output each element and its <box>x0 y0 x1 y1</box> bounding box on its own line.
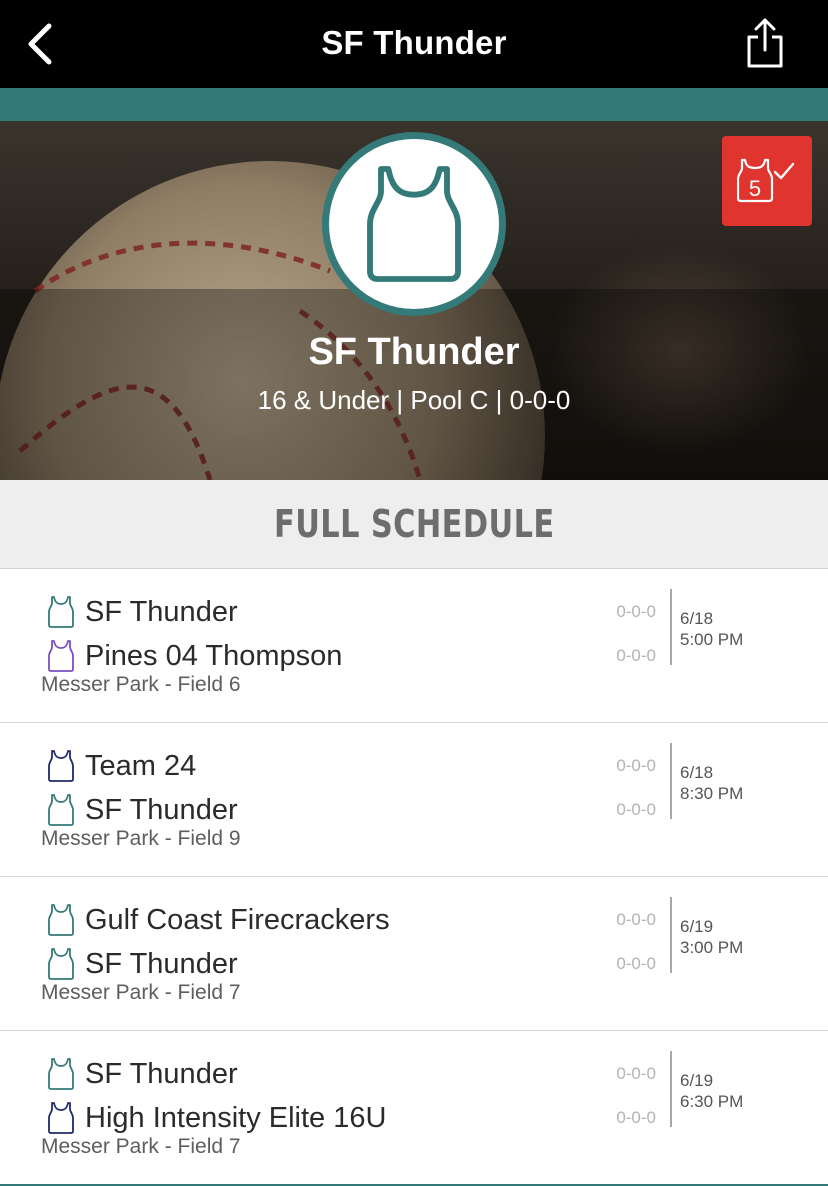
team2-jersey-icon <box>46 793 76 827</box>
schedule-heading-text: FULL SCHEDULE <box>273 502 555 546</box>
team2-name: Pines 04 Thompson <box>85 639 343 672</box>
checkin-badge-button[interactable]: 5 <box>722 136 812 226</box>
team1-name: SF Thunder <box>85 1057 238 1090</box>
game-time: 3:00 PM <box>680 938 744 957</box>
team2-score: 0-0-0 <box>616 954 656 973</box>
team2-jersey-icon <box>46 947 76 981</box>
team2-name: SF Thunder <box>85 947 238 980</box>
schedule-list: SF Thunder Pines 04 Thompson Messer Park… <box>0 569 828 1185</box>
team1-row: SF Thunder <box>46 1057 238 1091</box>
row-divider <box>670 589 672 665</box>
team2-jersey-icon <box>46 1101 76 1135</box>
accent-strip <box>0 88 828 121</box>
game-time: 5:00 PM <box>680 630 744 649</box>
game-row[interactable]: SF Thunder High Intensity Elite 16U Mess… <box>0 1031 828 1185</box>
team1-name: Gulf Coast Firecrackers <box>85 903 390 936</box>
team1-name: Team 24 <box>85 749 197 782</box>
team2-name: High Intensity Elite 16U <box>85 1101 387 1134</box>
team2-jersey-icon <box>46 639 76 673</box>
game-time: 6:30 PM <box>680 1092 744 1111</box>
game-date: 6/18 <box>680 763 714 782</box>
team2-name: SF Thunder <box>85 793 238 826</box>
game-location: Messer Park - Field 9 <box>41 827 241 850</box>
team1-score: 0-0-0 <box>616 756 656 775</box>
nav-title: SF Thunder <box>321 24 507 61</box>
team1-jersey-icon <box>46 595 76 629</box>
game-row[interactable]: SF Thunder Pines 04 Thompson Messer Park… <box>0 569 828 723</box>
team1-name: SF Thunder <box>85 595 238 628</box>
team1-jersey-icon <box>46 1057 76 1091</box>
share-button[interactable] <box>740 14 790 72</box>
team2-score: 0-0-0 <box>616 1108 656 1127</box>
share-icon <box>747 18 783 68</box>
row-divider <box>670 743 672 819</box>
team1-score: 0-0-0 <box>616 1064 656 1083</box>
game-row[interactable]: Gulf Coast Firecrackers SF Thunder Messe… <box>0 877 828 1031</box>
row-divider <box>670 897 672 973</box>
game-location: Messer Park - Field 7 <box>41 981 241 1004</box>
game-location: Messer Park - Field 7 <box>41 1135 241 1158</box>
team1-row: Team 24 <box>46 749 196 783</box>
game-time: 8:30 PM <box>680 784 744 803</box>
team2-score: 0-0-0 <box>616 646 656 665</box>
team1-jersey-icon <box>46 903 76 937</box>
game-date: 6/18 <box>680 609 714 628</box>
team1-row: Gulf Coast Firecrackers <box>46 903 390 937</box>
game-date: 6/19 <box>680 917 714 936</box>
team2-score: 0-0-0 <box>616 800 656 819</box>
game-location: Messer Park - Field 6 <box>41 673 241 696</box>
team-logo <box>322 132 506 316</box>
team-hero: 5 SF Thunder 16 & Under | Pool C | 0-0-0 <box>0 121 828 480</box>
team-subtitle: 16 & Under | Pool C | 0-0-0 <box>257 385 571 415</box>
team1-score: 0-0-0 <box>616 602 656 621</box>
team2-row: Pines 04 Thompson <box>46 639 342 673</box>
team1-jersey-icon <box>46 749 76 783</box>
team2-row: SF Thunder <box>46 793 238 827</box>
team1-row: SF Thunder <box>46 595 238 629</box>
row-divider <box>670 1051 672 1127</box>
team2-row: High Intensity Elite 16U <box>46 1101 386 1135</box>
game-date: 6/19 <box>680 1071 714 1090</box>
game-row[interactable]: Team 24 SF Thunder Messer Park - Field 9… <box>0 723 828 877</box>
team-name: SF Thunder <box>308 331 520 373</box>
schedule-heading: FULL SCHEDULE <box>0 480 828 569</box>
team2-row: SF Thunder <box>46 947 238 981</box>
nav-bar: SF Thunder <box>0 0 828 88</box>
jersey-icon <box>367 166 461 282</box>
jersey-check-icon: 5 <box>737 158 795 203</box>
team1-score: 0-0-0 <box>616 910 656 929</box>
badge-count: 5 <box>749 176 761 201</box>
